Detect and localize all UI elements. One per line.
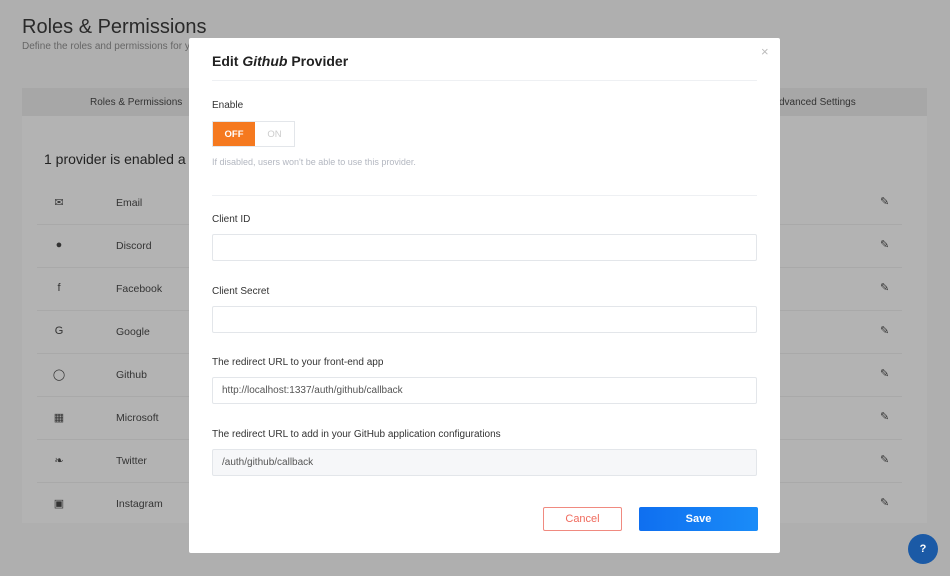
provider-name: Discord <box>116 240 152 252</box>
provider-name: Github <box>116 369 147 381</box>
help-button[interactable]: ? <box>908 534 938 564</box>
redirect-app-label: The redirect URL to add in your GitHub a… <box>212 429 501 440</box>
title-suffix: Provider <box>287 53 349 69</box>
microsoft-icon: ▦ <box>53 412 65 424</box>
provider-name: Facebook <box>116 283 163 295</box>
modal-title: Edit Github Provider <box>212 53 348 69</box>
client-secret-label: Client Secret <box>212 286 270 297</box>
enable-toggle[interactable]: OFF ON <box>212 121 295 147</box>
redirect-app-input[interactable] <box>212 449 757 476</box>
toggle-off-option[interactable]: OFF <box>213 122 255 146</box>
client-secret-input[interactable] <box>212 306 757 333</box>
divider <box>212 80 757 81</box>
client-id-label: Client ID <box>212 214 251 225</box>
close-icon[interactable]: × <box>761 44 769 59</box>
google-icon: G <box>54 325 64 337</box>
cancel-button[interactable]: Cancel <box>543 507 622 531</box>
pencil-icon[interactable]: ✎ <box>880 324 889 337</box>
divider <box>212 195 757 196</box>
pencil-icon[interactable]: ✎ <box>880 410 889 423</box>
provider-name: Twitter <box>116 455 147 467</box>
pencil-icon[interactable]: ✎ <box>880 367 889 380</box>
pencil-icon[interactable]: ✎ <box>880 453 889 466</box>
enable-help-text: If disabled, users won't be able to use … <box>212 157 416 167</box>
discord-icon: ● <box>55 239 63 251</box>
tab-advanced-settings[interactable]: dvanced Settings <box>779 97 856 108</box>
provider-name: Instagram <box>116 498 163 510</box>
pencil-icon[interactable]: ✎ <box>880 195 889 208</box>
enable-label: Enable <box>212 100 244 111</box>
instagram-icon: ▣ <box>53 498 65 510</box>
title-provider-name: Github <box>242 53 288 69</box>
page-subtitle: Define the roles and permissions for y <box>22 41 190 52</box>
page-title: Roles & Permissions <box>22 16 207 38</box>
provider-name: Microsoft <box>116 412 159 424</box>
title-prefix: Edit <box>212 53 243 69</box>
redirect-front-input[interactable] <box>212 377 757 404</box>
client-id-input[interactable] <box>212 234 757 261</box>
provider-name: Google <box>116 326 150 338</box>
providers-heading: 1 provider is enabled a <box>44 151 186 167</box>
edit-provider-modal: Edit Github Provider × Enable OFF ON If … <box>189 38 780 553</box>
twitter-icon: ❧ <box>54 455 64 467</box>
pencil-icon[interactable]: ✎ <box>880 238 889 251</box>
redirect-front-label: The redirect URL to your front-end app <box>212 357 384 368</box>
pencil-icon[interactable]: ✎ <box>880 281 889 294</box>
email-icon: ✉ <box>54 197 64 209</box>
tab-roles-permissions[interactable]: Roles & Permissions <box>90 97 182 108</box>
save-button[interactable]: Save <box>639 507 758 531</box>
pencil-icon[interactable]: ✎ <box>880 496 889 509</box>
facebook-icon: f <box>57 282 61 294</box>
github-icon: ◯ <box>52 369 66 381</box>
toggle-on-option[interactable]: ON <box>255 122 294 146</box>
provider-name: Email <box>116 197 143 209</box>
